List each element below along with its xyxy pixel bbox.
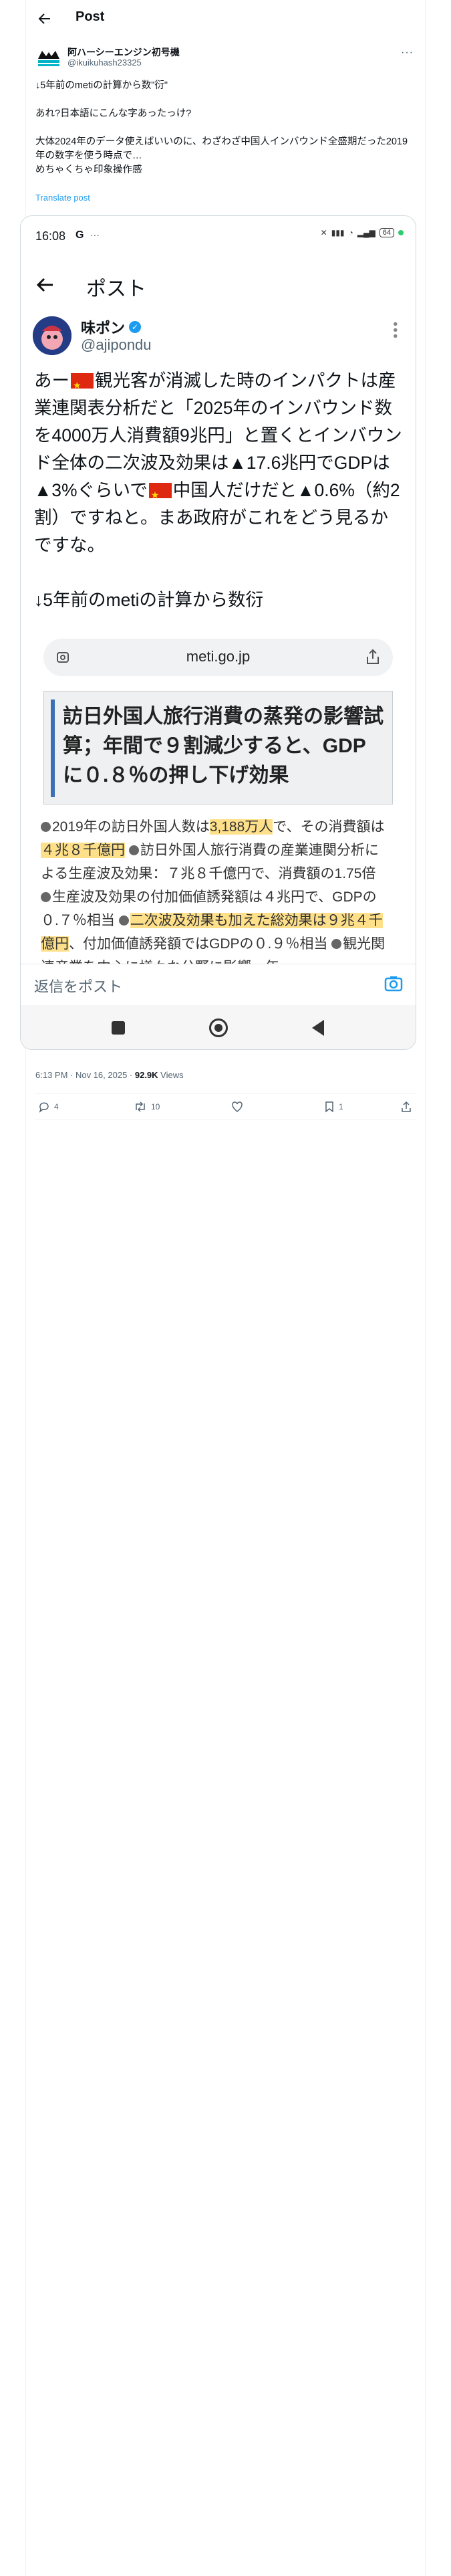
action-bar: 4 10 1 bbox=[35, 1093, 416, 1120]
repost-button[interactable]: 10 bbox=[134, 1101, 160, 1113]
signal-icon: ▮▮▮ bbox=[331, 228, 345, 237]
translate-link[interactable]: Translate post bbox=[35, 193, 90, 203]
article-headline: 訪日外国人旅行消費の蒸発の影響試算；年間で９割減少すると、GDPに０.８％の押し… bbox=[63, 706, 384, 786]
recents-icon bbox=[112, 1021, 125, 1035]
top-bar: Post bbox=[26, 0, 426, 37]
bullet-icon bbox=[41, 892, 51, 902]
mute-icon: ✕ bbox=[320, 228, 327, 237]
privacy-dot-icon bbox=[398, 230, 404, 235]
phone-status-bar: 16:08 G ··· ✕ ▮▮▮ ◔ ▂▄▆ 64 bbox=[21, 216, 416, 253]
back-triangle-icon bbox=[312, 1020, 324, 1036]
status-time: 16:08 bbox=[35, 229, 66, 243]
status-icons: ✕ ▮▮▮ ◔ ▂▄▆ 64 bbox=[321, 228, 404, 237]
repost-count: 10 bbox=[151, 1102, 160, 1111]
article-headline-box: 訪日外国人旅行消費の蒸発の影響試算；年間で９割減少すると、GDPに０.８％の押し… bbox=[43, 691, 393, 804]
status-dots: ··· bbox=[90, 229, 100, 240]
signal-bars-icon: ▂▄▆ bbox=[357, 228, 375, 237]
inner-author-name: 味ポン ✓ bbox=[81, 316, 142, 338]
bookmark-button[interactable]: 1 bbox=[324, 1101, 343, 1113]
reply-button[interactable]: 4 bbox=[38, 1101, 59, 1113]
inner-more-icon: ••• bbox=[388, 322, 402, 340]
author-handle[interactable]: @ikuikuhash23325 bbox=[67, 58, 142, 68]
bookmark-count: 1 bbox=[339, 1102, 343, 1111]
bullet-icon bbox=[331, 939, 342, 949]
doc-highlight-2: ４兆８千億円 bbox=[41, 843, 125, 858]
inner-avatar bbox=[33, 316, 71, 355]
share-button[interactable] bbox=[400, 1101, 412, 1113]
share-icon bbox=[402, 1101, 411, 1112]
battery-icon: 64 bbox=[379, 228, 394, 237]
post-meta: 6:13 PM · Nov 16, 2025 · 92.9K Views bbox=[35, 1070, 184, 1080]
china-flag-icon bbox=[71, 372, 94, 399]
share-url-icon bbox=[365, 648, 381, 665]
tweet-text: ↓5年前のmetiの計算から数"衍" あれ?日本語にこんな字あったっけ? 大体2… bbox=[35, 80, 408, 175]
bullet-icon bbox=[128, 845, 139, 855]
article-body: 2019年の訪日外国人数は3,188万人で、その消費額は４兆８千億円 訪日外国人… bbox=[41, 815, 388, 979]
author-row: 阿ハーシーエンジン初号機 @ikuikuhash23325 ··· bbox=[35, 43, 416, 72]
inner-text-part-4: ↓5年前のmetiの計算から数衍 bbox=[34, 590, 264, 610]
doc-sentence-2: で、その消費額は bbox=[273, 819, 385, 835]
view-count: 92.9K bbox=[134, 1070, 158, 1080]
inner-reply-bar: 返信をポスト bbox=[21, 964, 416, 1004]
bullet-icon bbox=[118, 916, 129, 926]
more-options-icon[interactable]: ··· bbox=[401, 47, 414, 59]
inner-reply-placeholder: 返信をポスト bbox=[34, 978, 123, 995]
camera-icon bbox=[384, 974, 404, 994]
bookmark-icon bbox=[325, 1101, 333, 1113]
bullet-icon bbox=[41, 822, 51, 832]
url-text: meti.go.jp bbox=[186, 648, 251, 665]
inner-app-title: ポスト bbox=[86, 278, 146, 300]
china-flag-icon bbox=[148, 481, 172, 509]
reply-icon bbox=[39, 1102, 49, 1113]
home-icon bbox=[209, 1018, 228, 1037]
heart-icon bbox=[232, 1101, 243, 1112]
android-nav-bar bbox=[21, 1005, 416, 1049]
inner-author-handle: @ajipondu bbox=[81, 336, 152, 353]
inner-app-bar: ポスト bbox=[21, 256, 416, 312]
doc-highlight-1: 3,188万人 bbox=[209, 819, 273, 835]
page-title: Post bbox=[76, 9, 105, 24]
post-timestamp[interactable]: 6:13 PM · Nov 16, 2025 · bbox=[35, 1070, 135, 1080]
inner-text-part-1: あー bbox=[34, 370, 69, 391]
reply-count: 4 bbox=[54, 1102, 59, 1111]
inner-back-arrow-icon bbox=[35, 275, 55, 295]
back-arrow-icon[interactable] bbox=[35, 9, 54, 28]
inner-post-text: あー観光客が消滅した時のインパクトは産業連関表分析だと「2025年のインバウンド… bbox=[34, 367, 405, 614]
author-name[interactable]: 阿ハーシーエンジン初号機 bbox=[67, 45, 180, 59]
google-icon: G bbox=[76, 229, 84, 241]
wifi-icon: ◔ bbox=[348, 228, 353, 237]
browser-url-bar: meti.go.jp bbox=[43, 639, 393, 676]
like-button[interactable] bbox=[231, 1101, 247, 1113]
doc-sentence-5: 、付加価値誘発額ではGDPの０.９％相当 bbox=[69, 936, 328, 952]
verified-badge-icon: ✓ bbox=[129, 321, 142, 333]
repost-icon bbox=[136, 1101, 145, 1112]
doc-sentence-1: 2019年の訪日外国人数は bbox=[52, 819, 210, 835]
inner-author-name-text: 味ポン bbox=[81, 320, 126, 336]
views-label: Views bbox=[158, 1070, 184, 1080]
attached-screenshot[interactable]: 16:08 G ··· ✕ ▮▮▮ ◔ ▂▄▆ 64 ポスト 味ポン ✓ @aj… bbox=[20, 215, 416, 1050]
author-avatar[interactable] bbox=[35, 44, 62, 71]
headline-accent-bar bbox=[51, 700, 55, 797]
